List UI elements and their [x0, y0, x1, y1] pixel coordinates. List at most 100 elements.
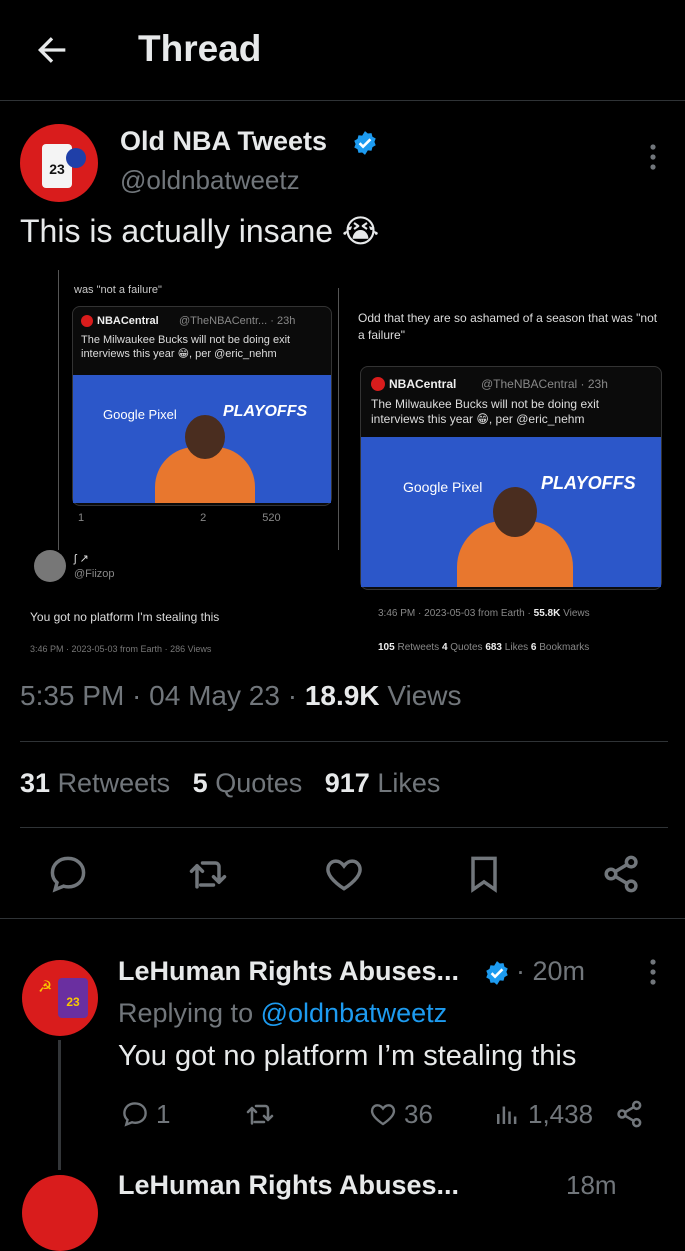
playoffs-banner: PLAYOFFS	[541, 473, 636, 493]
media-left-top-text: was "not a failure"	[74, 284, 162, 296]
replying-prefix: Replying to	[118, 998, 254, 1028]
retweets-label[interactable]: Retweets	[58, 768, 171, 798]
reply-time: · 20m	[516, 956, 586, 986]
quote-count: 4	[441, 642, 448, 653]
like-icon[interactable]	[322, 852, 366, 896]
footer-views-label: Views	[563, 608, 590, 619]
player-head	[493, 487, 537, 537]
tweet-media-image[interactable]: was "not a failure" NBACentral @TheNBACe…	[20, 270, 668, 658]
media-right-footer: 3:46 PM · 2023-05-03 from Earth · 55.8K …	[378, 608, 590, 619]
media-right-screenshot: Odd that they are so ashamed of a season…	[358, 270, 668, 658]
player-head	[185, 415, 225, 459]
likes-label[interactable]: Likes	[377, 768, 440, 798]
reply-share-icon[interactable]	[614, 1096, 646, 1132]
sponsor-logo: Google Pixel	[403, 479, 483, 495]
media-right-text: Odd that they are so ashamed of a season…	[358, 311, 658, 342]
rt-count: 105	[378, 642, 395, 653]
like-label: Likes	[504, 642, 529, 653]
media-right-quote-card: NBACentral @TheNBACentral · 23h The Milw…	[360, 366, 662, 590]
views-chart-icon	[497, 1106, 517, 1124]
reply-reply-count: 1	[156, 1098, 171, 1129]
svg-text:23: 23	[66, 995, 80, 1009]
tweet-stats: 31 Retweets 5 Quotes 917 Likes	[20, 768, 440, 799]
replying-to: Replying to @oldnbatweetz	[118, 998, 447, 1029]
playoffs-banner: PLAYOFFS	[223, 403, 308, 420]
bookmark-count: 6	[530, 642, 537, 653]
more-options-icon[interactable]	[648, 143, 658, 171]
quoted-text: The Milwaukee Bucks will not be doing ex…	[81, 334, 291, 360]
author-name[interactable]: Old NBA Tweets	[120, 126, 327, 157]
retweet-icon	[246, 1104, 274, 1125]
reply-user-handle: @Fiizop	[74, 568, 115, 580]
replying-handle-link[interactable]: @oldnbatweetz	[261, 998, 448, 1028]
reply-icon	[123, 1102, 147, 1127]
tweet-text: This is actually insane 😭	[20, 213, 380, 249]
author-handle[interactable]: @oldnbatweetz	[120, 165, 300, 196]
reply-verified-badge-icon	[486, 961, 508, 985]
quotes-count[interactable]: 5	[193, 768, 208, 798]
meta-divider	[20, 741, 668, 742]
next-reply-author-name[interactable]: LeHuman Rights Abuses...	[118, 1170, 459, 1201]
quoted-handle: @TheNBACentr... · 23h	[179, 315, 296, 327]
back-arrow-icon[interactable]	[32, 30, 72, 70]
media-left-actions: 1 2 520	[78, 512, 328, 524]
share-icon[interactable]	[600, 852, 644, 896]
reply-more-options-icon[interactable]	[648, 958, 658, 986]
thread-connector	[58, 270, 59, 550]
reply-author-avatar[interactable]: 23 ☭	[22, 960, 98, 1036]
svg-text:☭: ☭	[38, 977, 52, 996]
like-count-mini: 2	[200, 512, 207, 524]
like-count: 683	[485, 642, 502, 653]
header-divider	[0, 100, 685, 101]
press-photo: Google Pixel PLAYOFFS	[361, 437, 661, 587]
media-right-stats: 105 Retweets 4 Quotes 683 Likes 6 Bookma…	[378, 642, 589, 653]
sponsor-logo: Google Pixel	[103, 407, 177, 422]
quotes-label[interactable]: Quotes	[215, 768, 302, 798]
quoted-name: NBACentral	[389, 377, 457, 391]
retweets-count[interactable]: 31	[20, 768, 50, 798]
tweet-meta: 5:35 PM · 04 May 23 · 18.9K Views	[20, 680, 462, 711]
quoted-text: The Milwaukee Bucks will not be doing ex…	[371, 397, 600, 426]
thread-line	[58, 1040, 61, 1170]
views-count: 18.9K	[304, 680, 380, 711]
reply-author-name[interactable]: LeHuman Rights Abuses...	[118, 956, 459, 987]
page-title: Thread	[138, 28, 262, 69]
reply-views-count: 1,438	[528, 1098, 594, 1129]
tweet-date: 04 May 23	[149, 680, 280, 711]
footer-prefix: 3:46 PM · 2023-05-03 from Earth ·	[378, 608, 531, 619]
like-icon	[370, 1104, 396, 1126]
media-left-screenshot: was "not a failure" NBACentral @TheNBACe…	[20, 270, 355, 658]
media-left-reply-text: You got no platform I'm stealing this	[30, 610, 220, 624]
nbacentral-avatar	[81, 315, 93, 327]
quote-label: Quotes	[450, 642, 483, 653]
reply-views-button[interactable]: 1,438	[492, 1096, 593, 1132]
reply-retweet-button[interactable]	[244, 1096, 276, 1132]
stats-divider	[20, 827, 668, 828]
thread-connector-right	[338, 288, 339, 550]
press-photo: Google Pixel PLAYOFFS	[73, 375, 331, 503]
quoted-handle: @TheNBACentral · 23h	[481, 377, 608, 391]
footer-views: 55.8K	[533, 608, 561, 619]
rt-label: Retweets	[397, 642, 440, 653]
media-left-quote-card: NBACentral @TheNBACentr... · 23h The Mil…	[72, 306, 332, 506]
nbacentral-avatar	[371, 377, 385, 391]
author-avatar[interactable]: 23	[20, 124, 98, 202]
tweet-time: 5:35 PM	[20, 680, 125, 711]
views-label: Views	[387, 680, 462, 711]
likes-count[interactable]: 917	[325, 768, 370, 798]
actions-divider	[0, 918, 685, 919]
reply-text: You got no platform I’m stealing this	[118, 1040, 577, 1072]
top-bar: Thread	[0, 0, 685, 100]
reply-user-name: ʃ ↗	[74, 553, 89, 565]
svg-text:23: 23	[49, 161, 65, 177]
bookmark-icon[interactable]	[462, 852, 506, 896]
reply-icon[interactable]	[46, 852, 90, 896]
retweet-icon[interactable]	[186, 852, 230, 896]
reply-reply-button[interactable]: 1	[120, 1096, 170, 1132]
next-reply-avatar[interactable]	[22, 1175, 98, 1251]
verified-badge-icon	[354, 131, 376, 155]
quoted-name: NBACentral	[97, 315, 159, 327]
reply-like-button[interactable]: 36	[368, 1096, 433, 1132]
next-reply-time: 18m	[566, 1170, 617, 1200]
reply-like-count: 36	[404, 1098, 433, 1129]
